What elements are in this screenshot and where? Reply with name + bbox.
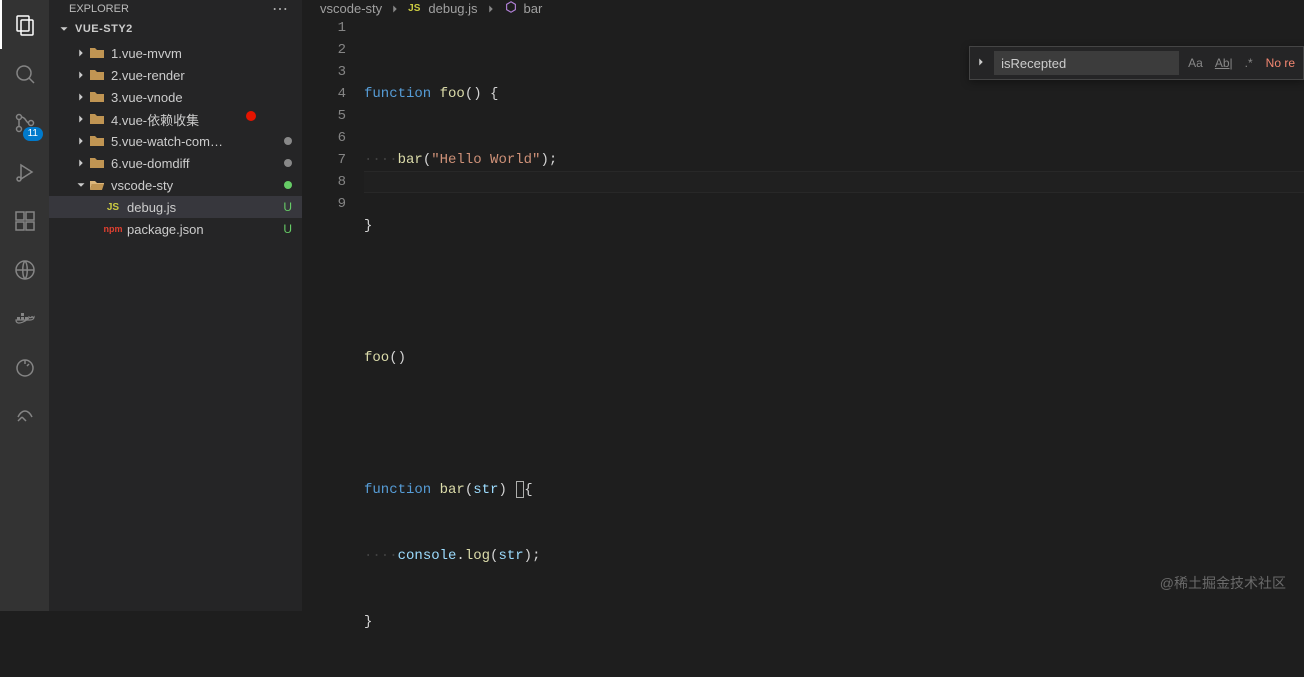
find-widget: Aa Ab| .* No re xyxy=(969,46,1304,80)
scm-badge: 11 xyxy=(23,127,43,141)
git-status: U xyxy=(283,222,292,236)
breadcrumb-item[interactable]: bar xyxy=(524,1,543,16)
find-results: No re xyxy=(1266,56,1295,70)
folder-icon xyxy=(89,45,105,61)
run-debug-icon[interactable] xyxy=(0,147,49,196)
code-editor[interactable]: 1 2 3 4 5 6 7 8 9 function foo() { ····b… xyxy=(302,17,1304,677)
breadcrumb-item[interactable]: debug.js xyxy=(428,1,477,16)
current-line-highlight xyxy=(364,171,1304,193)
sidebar: EXPLORER ⋯ VUE-STY2 1.vue-mvvm 2.vue-ren… xyxy=(49,0,302,611)
folder-item[interactable]: 2.vue-render xyxy=(49,64,302,86)
chevron-right-icon xyxy=(388,2,402,16)
editor-area: JS util.js Keyboard Shortcuts npm packag… xyxy=(302,0,1304,611)
toggle-replace-icon[interactable] xyxy=(974,55,988,72)
gitlens-icon[interactable] xyxy=(0,343,49,392)
extensions-icon[interactable] xyxy=(0,196,49,245)
folder-item[interactable]: 5.vue-watch-com… xyxy=(49,130,302,152)
match-word-icon[interactable]: Ab| xyxy=(1212,54,1236,72)
folder-item-open[interactable]: vscode-sty xyxy=(49,174,302,196)
folder-item[interactable]: 3.vue-vnode xyxy=(49,86,302,108)
folder-icon xyxy=(89,89,105,105)
share-icon[interactable] xyxy=(0,392,49,441)
file-item[interactable]: JS debug.js U xyxy=(49,196,302,218)
folder-icon xyxy=(89,67,105,83)
folder-icon xyxy=(89,155,105,171)
js-file-icon: JS xyxy=(105,199,121,215)
breakpoint-icon[interactable] xyxy=(246,111,256,121)
chevron-right-icon xyxy=(484,2,498,16)
file-tree: 1.vue-mvvm 2.vue-render 3.vue-vnode 4.vu… xyxy=(49,40,302,240)
folder-icon xyxy=(89,111,105,127)
explorer-icon[interactable] xyxy=(0,0,49,49)
activity-bar: 11 xyxy=(0,0,49,611)
breadcrumbs[interactable]: vscode-sty JS debug.js bar xyxy=(302,0,1304,17)
watermark: @稀土掘金技术社区 xyxy=(1160,573,1286,593)
modified-dot-icon xyxy=(284,159,292,167)
folder-item[interactable]: 4.vue-依赖收集 xyxy=(49,108,302,130)
folder-item[interactable]: 6.vue-domdiff xyxy=(49,152,302,174)
git-status: U xyxy=(283,200,292,214)
folder-item[interactable]: 1.vue-mvvm xyxy=(49,42,302,64)
untracked-dot-icon xyxy=(284,181,292,189)
method-icon xyxy=(504,0,518,17)
modified-dot-icon xyxy=(284,137,292,145)
regex-icon[interactable]: .* xyxy=(1242,54,1256,72)
section-header[interactable]: VUE-STY2 xyxy=(49,18,302,40)
search-icon[interactable] xyxy=(0,49,49,98)
find-input[interactable] xyxy=(994,51,1179,75)
match-case-icon[interactable]: Aa xyxy=(1185,54,1206,72)
folder-icon xyxy=(89,133,105,149)
js-file-icon: JS xyxy=(408,3,420,14)
docker-icon[interactable] xyxy=(0,294,49,343)
sidebar-more-icon[interactable]: ⋯ xyxy=(272,0,288,19)
breadcrumb-item[interactable]: vscode-sty xyxy=(320,1,382,16)
remote-icon[interactable] xyxy=(0,245,49,294)
source-control-icon[interactable]: 11 xyxy=(0,98,49,147)
gutter: 1 2 3 4 5 6 7 8 9 xyxy=(302,17,364,677)
file-item[interactable]: npm package.json U xyxy=(49,218,302,240)
folder-open-icon xyxy=(89,177,105,193)
json-file-icon: npm xyxy=(105,221,121,237)
sidebar-title: EXPLORER xyxy=(69,3,129,15)
